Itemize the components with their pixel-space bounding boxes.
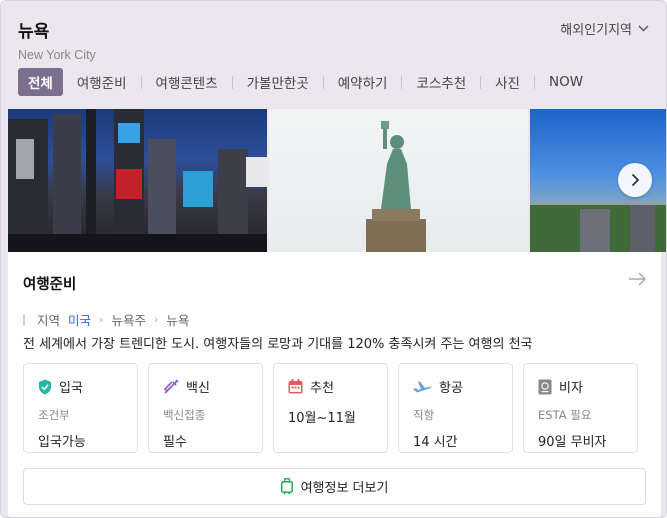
passport-icon	[538, 379, 552, 395]
tab-photos[interactable]: 사진	[481, 68, 534, 96]
info-card-title: 백신	[186, 381, 210, 396]
shield-check-icon	[38, 379, 52, 395]
calendar-icon	[288, 379, 303, 394]
syringe-icon	[163, 378, 179, 395]
arrow-right-icon[interactable]	[628, 272, 647, 286]
more-info-label: 여행정보 더보기	[300, 481, 389, 496]
info-card-sub: ESTA 필요	[538, 408, 592, 422]
region-dropdown[interactable]: 해외인기지역	[560, 19, 649, 38]
city-title: 뉴욕	[18, 22, 50, 42]
info-card-vaccine[interactable]: 백신 백신접종 필수	[148, 363, 263, 453]
info-card-value: 10월~11월	[288, 411, 356, 426]
info-card-visa[interactable]: 비자 ESTA 필요 90일 무비자	[523, 363, 638, 453]
info-card-entry[interactable]: 입국 조건부 입국가능	[23, 363, 138, 453]
info-card-title: 비자	[559, 381, 583, 396]
region-label: 해외인기지역	[560, 23, 632, 38]
tab-all[interactable]: 전체	[18, 68, 63, 96]
photo-statue-of-liberty[interactable]	[269, 109, 528, 252]
tab-bar: 전체 여행준비 여행콘텐츠 가볼만한곳 예약하기 코스추천 사진 NOW	[18, 68, 597, 96]
info-card-sub: 백신접종	[163, 408, 206, 422]
info-card-title: 항공	[439, 381, 463, 396]
travel-prep-panel: 여행준비 지역 미국 › 뉴욕주 › 뉴욕 전 세계에서 가장 트렌디한 도시.…	[8, 252, 661, 517]
tab-booking[interactable]: 예약하기	[324, 68, 402, 96]
tab-course[interactable]: 코스추천	[402, 68, 480, 96]
info-card-value: 90일 무비자	[538, 435, 607, 450]
header: 뉴욕 New York City 해외인기지역	[18, 17, 649, 62]
panel-title: 여행준비	[23, 277, 77, 293]
tab-travel-prep[interactable]: 여행준비	[63, 68, 141, 96]
crumb-bar	[23, 313, 25, 326]
city-description: 전 세계에서 가장 트렌디한 도시. 여행자들의 로망과 기대를 120% 충족…	[23, 337, 533, 352]
info-card-flight[interactable]: 항공 직항 14 시간	[398, 363, 513, 453]
crumb-city[interactable]: 뉴욕	[166, 310, 189, 329]
chevron-down-icon	[638, 25, 649, 32]
tab-places[interactable]: 가볼만한곳	[233, 68, 323, 96]
info-card-recommend[interactable]: 추천 10월~11월	[273, 363, 388, 453]
info-card-value: 14 시간	[413, 435, 458, 450]
info-card-sub: 직항	[413, 408, 435, 422]
photo-times-square[interactable]	[8, 109, 267, 252]
tab-now[interactable]: NOW	[535, 68, 597, 96]
city-subtitle: New York City	[18, 48, 96, 62]
crumb-country[interactable]: 미국	[68, 310, 91, 329]
info-card-title: 추천	[310, 381, 334, 396]
chevron-right-icon: ›	[99, 313, 104, 326]
chevron-right-icon: ›	[153, 313, 159, 326]
crumb-region: 지역	[37, 313, 61, 328]
breadcrumb: 지역 미국 › 뉴욕주 › 뉴욕	[23, 310, 189, 329]
info-card-sub: 조건부	[38, 408, 70, 422]
gallery-next-button[interactable]	[618, 163, 652, 197]
info-card-value: 필수	[163, 435, 187, 450]
crumb-state[interactable]: 뉴욕주	[111, 310, 146, 329]
info-card-value: 입국가능	[38, 435, 86, 450]
travel-card: 뉴욕 New York City 해외인기지역 전체 여행준비 여행콘텐츠 가볼…	[0, 0, 667, 518]
info-card-row: 입국 조건부 입국가능 백신 백신접종 필수 추천 10월~11월 항공 직항 …	[23, 363, 638, 453]
info-card-title: 입국	[59, 381, 83, 396]
photo-gallery	[8, 109, 666, 252]
luggage-icon	[280, 478, 293, 495]
airplane-icon	[413, 380, 432, 394]
more-info-button[interactable]: 여행정보 더보기	[23, 468, 646, 505]
chevron-right-icon	[631, 173, 640, 187]
tab-travel-content[interactable]: 여행콘텐츠	[142, 68, 232, 96]
